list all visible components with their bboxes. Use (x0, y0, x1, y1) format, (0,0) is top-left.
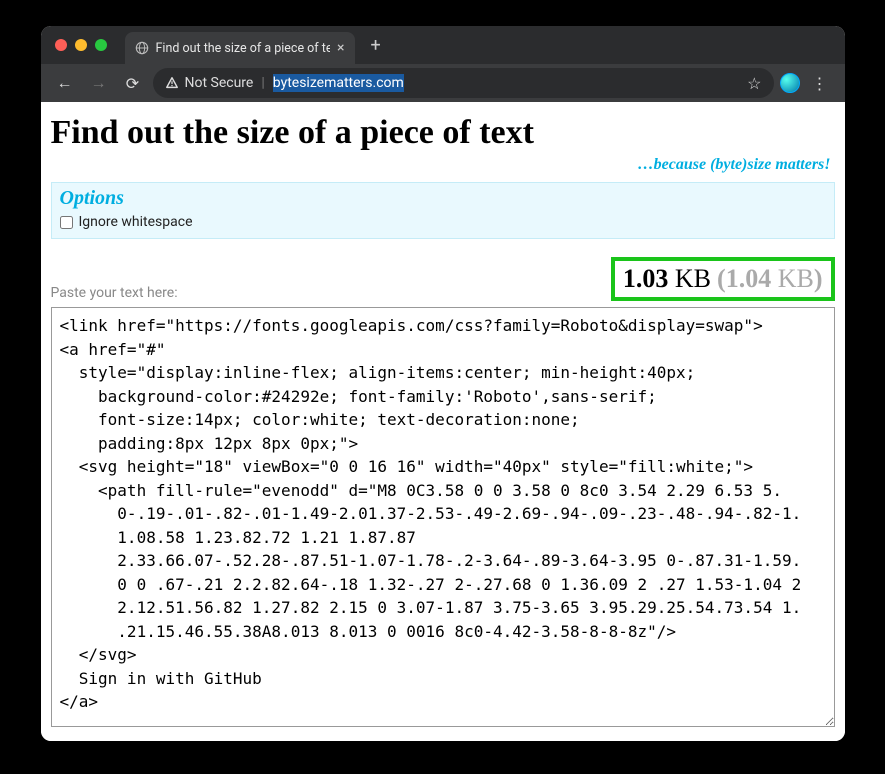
titlebar: Find out the size of a piece of tex × + (41, 26, 845, 64)
size-alt-value: 1.04 (726, 264, 772, 293)
bookmark-star-icon[interactable]: ☆ (747, 74, 761, 93)
browser-tab[interactable]: Find out the size of a piece of tex × (125, 32, 355, 64)
tab-title: Find out the size of a piece of tex (156, 41, 331, 56)
globe-icon (135, 41, 149, 55)
size-value: 1.03 (623, 264, 669, 293)
tagline: …because (byte)size matters! (47, 156, 839, 180)
maximize-window-button[interactable] (95, 39, 107, 51)
address-bar[interactable]: Not Secure | bytesizematters.com ☆ (153, 68, 774, 98)
warning-icon (165, 76, 179, 90)
paste-label: Paste your text here: (51, 285, 178, 301)
window-controls (55, 39, 107, 51)
reload-button[interactable]: ⟳ (119, 69, 147, 97)
size-unit: KB (675, 264, 711, 293)
close-tab-button[interactable]: × (337, 41, 344, 55)
text-input[interactable] (51, 307, 835, 727)
security-label: Not Secure (185, 75, 254, 91)
size-badge: 1.03 KB (1.04 KB) (611, 257, 835, 301)
options-panel: Options Ignore whitespace (51, 182, 835, 239)
minimize-window-button[interactable] (75, 39, 87, 51)
new-tab-button[interactable]: + (363, 35, 389, 56)
ignore-whitespace-option[interactable]: Ignore whitespace (60, 214, 826, 230)
url-text: bytesizematters.com (273, 75, 404, 91)
size-alt-unit: KB (778, 264, 814, 293)
profile-avatar[interactable] (780, 73, 800, 93)
close-window-button[interactable] (55, 39, 67, 51)
toolbar: ← → ⟳ Not Secure | bytesizematters.com ☆… (41, 64, 845, 102)
ignore-whitespace-checkbox[interactable] (60, 216, 73, 229)
ignore-whitespace-label: Ignore whitespace (79, 214, 193, 230)
forward-button[interactable]: → (85, 69, 113, 97)
page-content: Find out the size of a piece of text …be… (41, 102, 845, 741)
security-indicator[interactable]: Not Secure (165, 75, 254, 91)
options-heading: Options (60, 187, 826, 210)
menu-button[interactable]: ⋮ (806, 74, 835, 93)
browser-window: Find out the size of a piece of tex × + … (41, 26, 845, 741)
page-title: Find out the size of a piece of text (47, 114, 839, 156)
back-button[interactable]: ← (51, 69, 79, 97)
